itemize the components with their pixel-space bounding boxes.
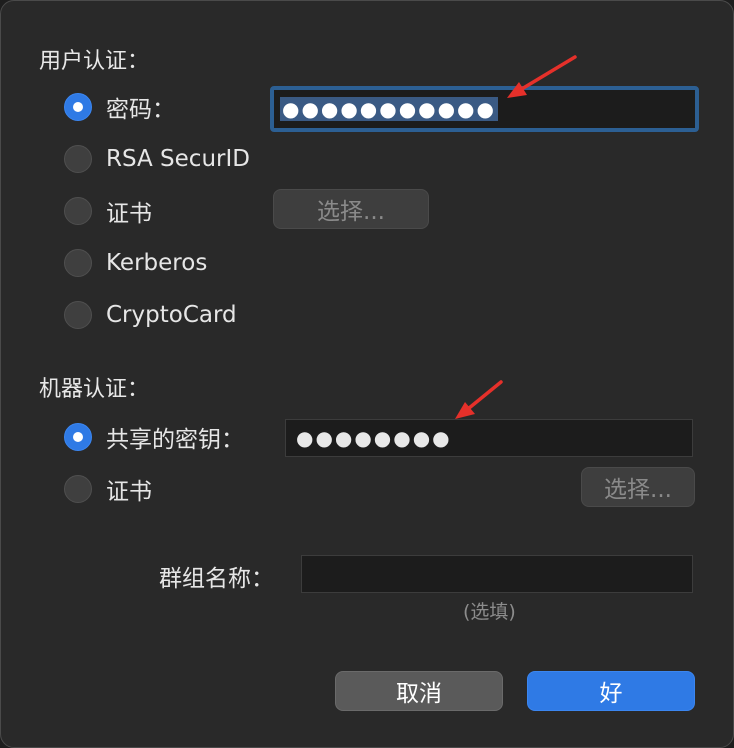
radio-shared-secret-label: 共享的密钥： <box>106 427 244 453</box>
group-name-label: 群组名称： <box>159 566 274 592</box>
radio-password[interactable]: 密码： <box>64 87 175 127</box>
radio-rsa-securid[interactable]: RSA SecurID <box>64 139 250 179</box>
vpn-auth-dialog: 用户认证： 密码： RSA SecurID 证书 Kerberos Crypto… <box>0 0 734 748</box>
radio-password-label: 密码： <box>106 97 175 123</box>
group-name-field[interactable] <box>301 555 693 593</box>
cancel-button[interactable]: 取消 <box>335 671 503 711</box>
radio-button[interactable] <box>64 423 92 451</box>
radio-kerberos-label: Kerberos <box>106 250 208 276</box>
radio-button[interactable] <box>64 93 92 121</box>
radio-rsa-securid-label: RSA SecurID <box>106 146 250 172</box>
radio-button[interactable] <box>64 249 92 277</box>
annotation-arrow-icon <box>455 380 503 419</box>
user-auth-title: 用户认证： <box>39 49 150 74</box>
group-name-hint: (选填) <box>463 601 516 623</box>
annotation-arrow-icon <box>507 55 577 98</box>
radio-cryptocard-label: CryptoCard <box>106 302 237 328</box>
ok-button[interactable]: 好 <box>527 671 695 711</box>
machine-cert-select-button[interactable]: 选择... <box>581 467 695 507</box>
shared-secret-field[interactable]: ●●●●●●●● <box>285 419 693 457</box>
radio-kerberos[interactable]: Kerberos <box>64 243 207 283</box>
machine-auth-title: 机器认证： <box>39 377 150 402</box>
radio-machine-certificate[interactable]: 证书 <box>64 469 152 509</box>
radio-button[interactable] <box>64 301 92 329</box>
radio-user-certificate-label: 证书 <box>106 201 152 227</box>
shared-secret-field-value: ●●●●●●●● <box>296 426 452 450</box>
radio-machine-certificate-label: 证书 <box>106 479 152 505</box>
user-cert-select-button[interactable]: 选择... <box>273 189 429 229</box>
password-field[interactable]: ●●●●●●●●●●● <box>270 86 699 132</box>
radio-button[interactable] <box>64 197 92 225</box>
radio-cryptocard[interactable]: CryptoCard <box>64 295 237 335</box>
password-field-value: ●●●●●●●●●●● <box>280 97 498 121</box>
radio-user-certificate[interactable]: 证书 <box>64 191 152 231</box>
radio-shared-secret[interactable]: 共享的密钥： <box>64 417 244 457</box>
radio-button[interactable] <box>64 145 92 173</box>
radio-button[interactable] <box>64 475 92 503</box>
